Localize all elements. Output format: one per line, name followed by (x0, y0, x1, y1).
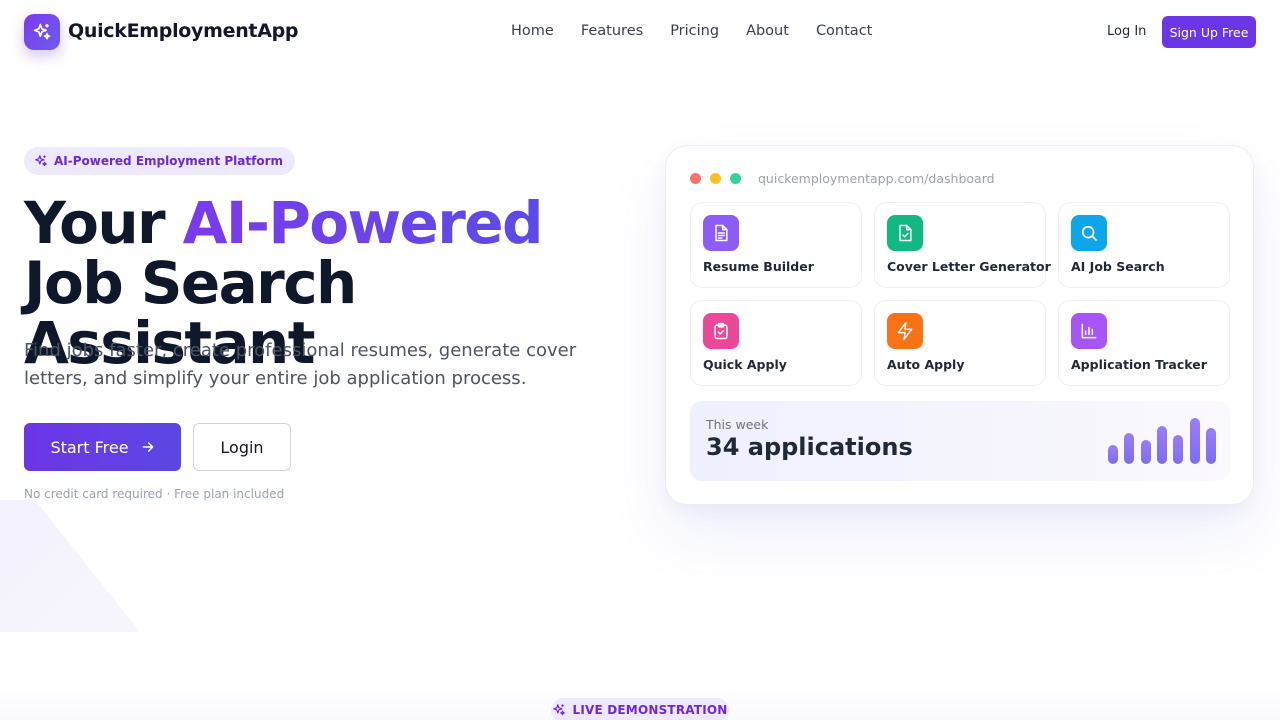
nav-login-link[interactable]: Log In (1107, 24, 1146, 39)
mini-bar (1189, 418, 1200, 464)
sparkle-icon (35, 155, 47, 167)
tile-label: Resume Builder (703, 259, 814, 274)
weekly-summary: This week 34 applications (690, 401, 1230, 481)
signup-button[interactable]: Sign Up Free (1162, 16, 1256, 48)
document-icon (703, 215, 739, 251)
window-dot-yellow (710, 173, 721, 184)
mini-bar (1173, 435, 1184, 464)
start-free-label: Start Free (50, 437, 129, 457)
clipboard-check-icon (703, 313, 739, 349)
sparkle-logo-icon[interactable] (24, 14, 60, 50)
mini-bar (1124, 433, 1135, 464)
sparkle-icon (553, 704, 566, 716)
tile-cover-letter-generator[interactable]: Cover Letter Generator (874, 202, 1051, 288)
mini-bar (1156, 426, 1167, 464)
tile-auto-apply[interactable]: Auto Apply (874, 300, 1046, 386)
nav-link-about[interactable]: About (746, 23, 789, 39)
login-button[interactable]: Login (193, 423, 291, 471)
mini-bar (1108, 445, 1118, 464)
tile-label: Auto Apply (887, 357, 965, 372)
nav-link-contact[interactable]: Contact (816, 23, 872, 39)
background-shape (0, 500, 140, 632)
tile-label: Cover Letter Generator (887, 259, 1051, 274)
tile-resume-builder[interactable]: Resume Builder (690, 202, 862, 288)
search-icon (1071, 215, 1107, 251)
tile-label: Application Tracker (1071, 357, 1207, 372)
bar-chart-icon (1071, 313, 1107, 349)
tile-quick-apply[interactable]: Quick Apply (690, 300, 862, 386)
dashboard-preview-card: quickemploymentapp.com/dashboard Resume … (665, 145, 1254, 505)
nav-link-home[interactable]: Home (511, 23, 554, 39)
lightning-icon (887, 313, 923, 349)
headline-highlight: AI-Powered (182, 189, 544, 257)
window-dot-red (690, 173, 701, 184)
nav-links: Home Features Pricing About Contact (511, 23, 872, 39)
tile-label: AI Job Search (1071, 259, 1165, 274)
week-applications-count: 34 applications (706, 433, 913, 461)
mini-bar (1205, 428, 1216, 464)
nav-link-features[interactable]: Features (581, 23, 643, 39)
platform-badge: AI-Powered Employment Platform (24, 147, 296, 175)
tile-ai-job-search[interactable]: AI Job Search (1058, 202, 1230, 288)
no-credit-card-note: No credit card required · Free plan incl… (24, 487, 285, 501)
nav-link-pricing[interactable]: Pricing (670, 23, 719, 39)
arrow-right-icon (142, 442, 153, 452)
dashboard-url: quickemploymentapp.com/dashboard (758, 171, 995, 186)
badge-label: AI-Powered Employment Platform (54, 154, 284, 168)
mini-bar (1140, 440, 1151, 464)
live-demo-badge: LIVE DEMONSTRATION (551, 698, 729, 720)
headline-pre: Your (24, 189, 183, 257)
start-free-button[interactable]: Start Free (24, 423, 181, 471)
window-dot-green (730, 173, 741, 184)
file-check-icon (887, 215, 923, 251)
tile-label: Quick Apply (703, 357, 787, 372)
week-label: This week (706, 417, 769, 432)
tile-application-tracker[interactable]: Application Tracker (1058, 300, 1230, 386)
mini-bar-chart (1108, 417, 1218, 464)
hero-subtitle: Find jobs faster, create professional re… (24, 340, 577, 389)
top-nav: QuickEmploymentApp Home Features Pricing… (0, 0, 1280, 64)
live-demo-label: LIVE DEMONSTRATION (572, 703, 728, 717)
brand-name[interactable]: QuickEmploymentApp (68, 20, 299, 42)
